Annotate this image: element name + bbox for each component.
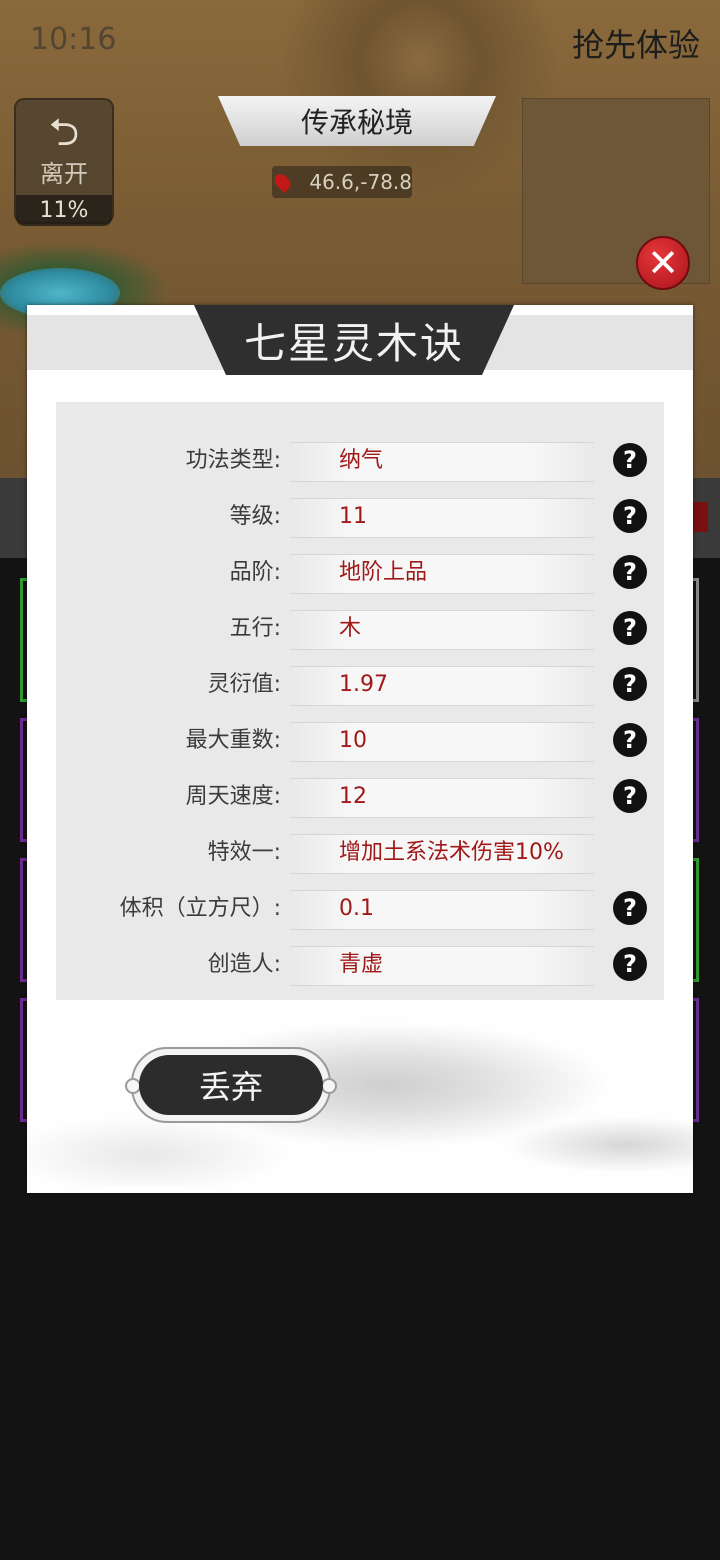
coordinates-display: 46.6,-78.8 xyxy=(271,166,412,198)
attribute-value: 12 xyxy=(339,784,367,809)
attribute-row-spirit-value: 灵衍值: 1.97 ? xyxy=(56,657,664,713)
attribute-row-grade: 品阶: 地阶上品 ? xyxy=(56,545,664,601)
attribute-row-type: 功法类型: 纳气 ? xyxy=(56,433,664,489)
attribute-value: 青虚 xyxy=(339,952,384,977)
attribute-value: 木 xyxy=(339,616,362,641)
leave-button[interactable]: ⮌ 离开 11% xyxy=(14,98,114,226)
attribute-value: 纳气 xyxy=(339,448,384,473)
value-strip xyxy=(290,610,594,650)
map-pin-icon xyxy=(271,170,294,194)
attribute-label: 灵衍值: xyxy=(207,672,281,697)
location-title: 传承秘境 xyxy=(218,96,496,146)
help-icon[interactable]: ? xyxy=(613,611,647,645)
attribute-value: 11 xyxy=(339,504,367,529)
dialog-title: 七星灵木诀 xyxy=(194,305,514,375)
attribute-value: 10 xyxy=(339,728,367,753)
help-icon[interactable]: ? xyxy=(613,667,647,701)
leave-label: 离开 xyxy=(40,160,88,188)
attribute-row-element: 五行: 木 ? xyxy=(56,601,664,657)
discard-button-frame: 丢弃 xyxy=(125,1047,337,1123)
attribute-label: 等级: xyxy=(229,504,281,529)
attribute-value: 增加土系法术伤害10% xyxy=(339,840,564,865)
attribute-label: 周天速度: xyxy=(185,784,281,809)
attribute-value: 1.97 xyxy=(339,672,388,697)
value-strip xyxy=(290,442,594,482)
attribute-row-creator: 创造人: 青虚 ? xyxy=(56,937,664,993)
attribute-label: 创造人: xyxy=(207,952,281,977)
value-strip xyxy=(290,722,594,762)
attribute-value: 地阶上品 xyxy=(339,560,428,585)
attribute-row-level: 等级: 11 ? xyxy=(56,489,664,545)
value-strip xyxy=(290,666,594,706)
attribute-label: 最大重数: xyxy=(185,728,281,753)
value-strip xyxy=(290,498,594,538)
attribute-label: 五行: xyxy=(229,616,281,641)
attribute-label: 特效一: xyxy=(207,840,281,865)
attribute-list: 功法类型: 纳气 ? 等级: 11 ? 品阶: 地阶上品 ? 五行: 木 ? 灵… xyxy=(56,402,664,1000)
return-arrow-icon: ⮌ xyxy=(48,110,80,154)
leave-progress: 11% xyxy=(16,195,112,226)
ink-mountain-decoration xyxy=(27,1005,693,1187)
technique-detail-dialog: 七星灵木诀 功法类型: 纳气 ? 等级: 11 ? 品阶: 地阶上品 ? 五行:… xyxy=(27,305,693,1193)
value-strip xyxy=(290,554,594,594)
early-access-label: 抢先体验 xyxy=(571,26,700,64)
help-icon[interactable]: ? xyxy=(613,443,647,477)
attribute-value: 0.1 xyxy=(339,896,374,921)
attribute-row-volume: 体积（立方尺）: 0.1 ? xyxy=(56,881,664,937)
help-icon[interactable]: ? xyxy=(613,891,647,925)
close-icon[interactable]: ✕ xyxy=(636,236,690,290)
help-icon[interactable]: ? xyxy=(613,947,647,981)
frame-knob xyxy=(321,1078,337,1094)
value-strip xyxy=(290,778,594,818)
help-icon[interactable]: ? xyxy=(613,779,647,813)
attribute-row-cycle-speed: 周天速度: 12 ? xyxy=(56,769,664,825)
attribute-row-max-layers: 最大重数: 10 ? xyxy=(56,713,664,769)
help-icon[interactable]: ? xyxy=(613,499,647,533)
value-strip xyxy=(290,946,594,986)
status-time: 10:16 xyxy=(30,22,117,57)
attribute-row-effect-one: 特效一: 增加土系法术伤害10% xyxy=(56,825,664,881)
help-icon[interactable]: ? xyxy=(613,555,647,589)
discard-button[interactable]: 丢弃 xyxy=(139,1055,323,1115)
attribute-label: 品阶: xyxy=(229,560,281,585)
coordinates-text: 46.6,-78.8 xyxy=(309,170,412,194)
help-icon[interactable]: ? xyxy=(613,723,647,757)
attribute-label: 功法类型: xyxy=(185,448,281,473)
value-strip xyxy=(290,890,594,930)
attribute-label: 体积（立方尺）: xyxy=(119,896,281,921)
